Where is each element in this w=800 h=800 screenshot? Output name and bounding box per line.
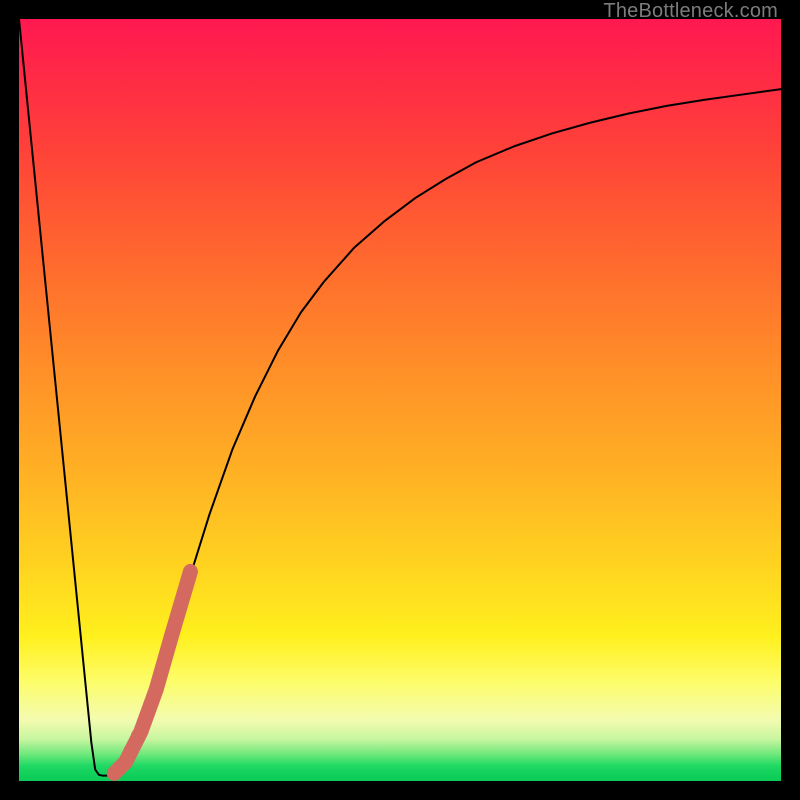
bottleneck-curve [19, 19, 781, 776]
watermark-text: TheBottleneck.com [603, 0, 778, 23]
highlight-dot [123, 745, 135, 757]
highlight-dot [116, 760, 128, 772]
highlight-segment [114, 571, 190, 773]
plot-area [19, 19, 781, 781]
chart-layers [19, 19, 781, 776]
chart-svg [19, 19, 781, 781]
highlight-dot [131, 729, 143, 741]
chart-frame: TheBottleneck.com [0, 0, 800, 800]
